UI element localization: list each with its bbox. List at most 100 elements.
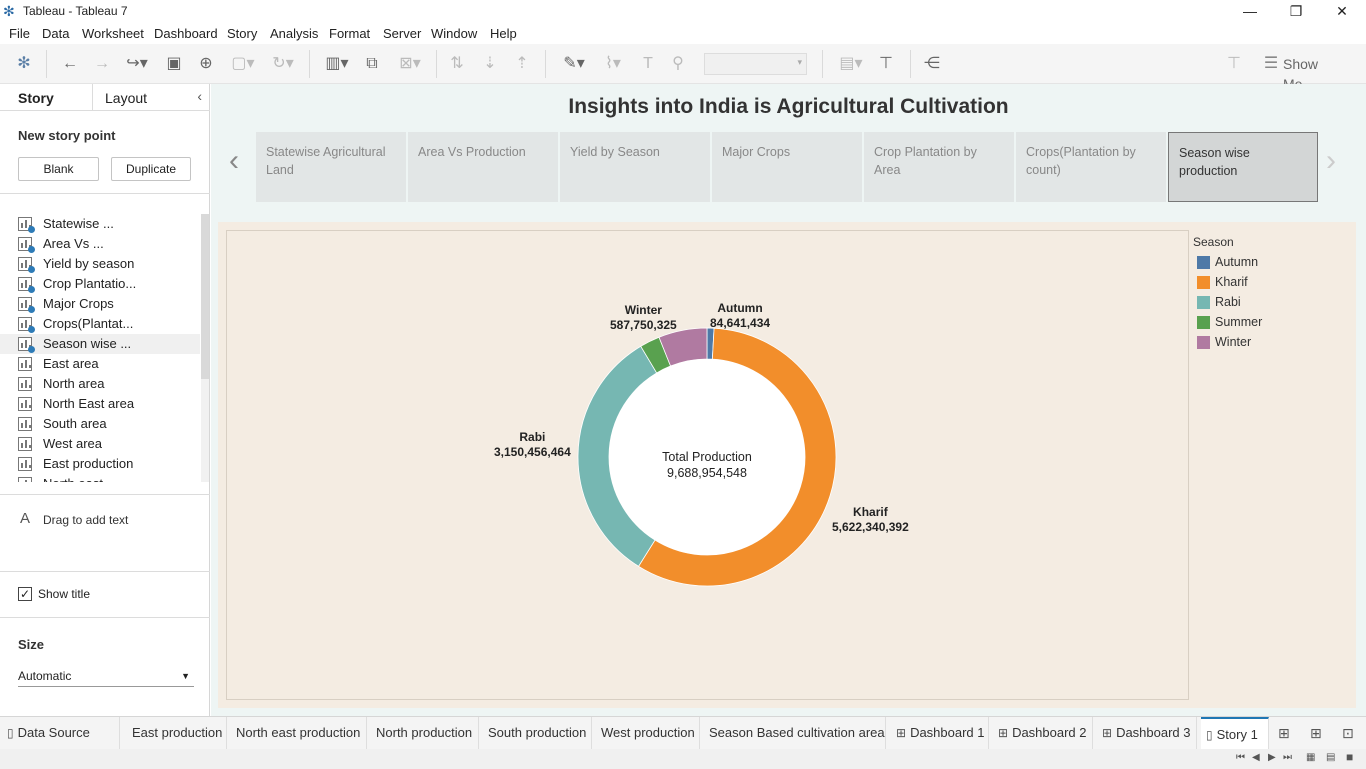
menu-data[interactable]: Data: [42, 26, 69, 41]
worksheet-icon: [18, 477, 32, 482]
minimize-icon[interactable]: —: [1227, 0, 1273, 23]
redo-icon[interactable]: →: [92, 54, 112, 74]
show-title-checkbox[interactable]: ✓: [18, 587, 32, 601]
next-sheet-icon[interactable]: ▶: [1268, 752, 1276, 763]
new-story-tab-icon[interactable]: ⊡: [1342, 725, 1354, 742]
sheet-list-item[interactable]: East production: [0, 454, 200, 474]
blank-button[interactable]: Blank: [18, 157, 99, 181]
sort-ascending-icon[interactable]: ⇣: [480, 54, 500, 74]
menu-analysis[interactable]: Analysis: [270, 26, 318, 41]
sheet-list-item[interactable]: Statewise ...: [0, 214, 200, 234]
sheet-tab[interactable]: North production: [371, 717, 479, 749]
new-dashboard-tab-icon[interactable]: ⊞: [1310, 725, 1322, 742]
fit-dropdown[interactable]: ▾: [704, 53, 807, 75]
sheet-list-item[interactable]: East area: [0, 354, 200, 374]
menu-worksheet[interactable]: Worksheet: [82, 26, 144, 41]
sheet-list-item[interactable]: Yield by season: [0, 254, 200, 274]
paste-icon[interactable]: ▢▾: [228, 54, 258, 74]
sheet-tab[interactable]: ⊞ Dashboard 2: [993, 717, 1093, 749]
story-point-6[interactable]: Crops(Plantation by count): [1016, 132, 1166, 202]
menu-story[interactable]: Story: [227, 26, 257, 41]
restore-icon[interactable]: ❐: [1273, 0, 1319, 23]
labels-icon[interactable]: T: [638, 54, 658, 74]
first-sheet-icon[interactable]: ⏮: [1236, 752, 1245, 763]
new-data-source-icon[interactable]: ⊕: [196, 54, 216, 74]
refresh-icon[interactable]: ↻▾: [266, 54, 300, 74]
list-view-icon[interactable]: ▤: [1326, 752, 1335, 763]
sheet-tab[interactable]: East production: [127, 717, 227, 749]
sheet-tab[interactable]: Season Based cultivation area: [704, 717, 886, 749]
sheet-list-item[interactable]: North East area: [0, 394, 200, 414]
clear-sheet-icon[interactable]: ⊠▾: [393, 54, 427, 74]
grid-view-icon[interactable]: ▦: [1306, 752, 1315, 763]
close-icon[interactable]: ✕: [1319, 0, 1365, 23]
donut-chart-view: Winter 587,750,325 Autumn 84,641,434 Rabi 3…: [226, 230, 1189, 700]
story-point-3[interactable]: Yield by Season: [560, 132, 710, 202]
show-title-label: Show title: [38, 587, 91, 601]
menu-help[interactable]: Help: [490, 26, 517, 41]
last-sheet-icon[interactable]: ⏭: [1283, 752, 1292, 763]
duplicate-sheet-icon[interactable]: ⧉: [362, 54, 382, 74]
sheet-tab[interactable]: South production: [483, 717, 592, 749]
size-dropdown[interactable]: Automatic ▼: [18, 667, 194, 687]
in-use-check-icon: [28, 326, 35, 333]
tab-story[interactable]: Story: [18, 90, 54, 106]
size-heading: Size: [18, 637, 45, 652]
story-point-2[interactable]: Area Vs Production: [408, 132, 558, 202]
pin-icon[interactable]: ⚲: [668, 54, 688, 74]
previous-sheet-icon[interactable]: ◀: [1252, 752, 1260, 763]
show-me-button[interactable]: Show Me: [1283, 54, 1341, 92]
story-point-1[interactable]: Statewise Agricultural Land: [256, 132, 406, 202]
duplicate-button[interactable]: Duplicate: [111, 157, 191, 181]
sheet-tab-label: Dashboard 2: [1012, 725, 1087, 740]
sheet-tab[interactable]: ⊞ Dashboard 3: [1097, 717, 1197, 749]
sheet-list-item[interactable]: Season wise ...: [0, 334, 200, 354]
sheet-list-item[interactable]: North area: [0, 374, 200, 394]
sheet-list-item[interactable]: Crop Plantatio...: [0, 274, 200, 294]
sheet-list-item[interactable]: North east ...: [0, 474, 200, 482]
story-point-7[interactable]: Season wise production: [1168, 132, 1318, 202]
highlight-icon[interactable]: ✎▾: [558, 54, 590, 74]
sheet-tab[interactable]: ▯ Story 1: [1201, 717, 1269, 749]
drag-to-add-text[interactable]: Drag to add text: [43, 513, 128, 527]
sheet-list-item[interactable]: Major Crops: [0, 294, 200, 314]
previous-story-point-icon[interactable]: ‹: [229, 146, 239, 176]
undo-icon[interactable]: ←: [60, 54, 80, 74]
sheet-list-label: South area: [43, 416, 107, 431]
menu-file[interactable]: File: [9, 26, 30, 41]
menu-server[interactable]: Server: [383, 26, 421, 41]
presentation-mode-icon[interactable]: ⊤: [876, 54, 896, 74]
label-kharif: Kharif 5,622,340,392: [832, 505, 909, 534]
show-cards-icon[interactable]: ▤▾: [834, 54, 868, 74]
sheet-list-item[interactable]: Crops(Plantat...: [0, 314, 200, 334]
new-worksheet-tab-icon[interactable]: ⊞: [1278, 725, 1290, 742]
sheet-tab[interactable]: ⊞ Dashboard 1: [891, 717, 989, 749]
tab-view-icon[interactable]: ■: [1346, 750, 1353, 764]
sheet-list-scroll-thumb[interactable]: [201, 214, 209, 379]
sheet-tab[interactable]: West production: [596, 717, 700, 749]
group-icon[interactable]: ⌇▾: [596, 54, 630, 74]
story-point-4[interactable]: Major Crops: [712, 132, 862, 202]
menu-window[interactable]: Window: [431, 26, 477, 41]
show-me-icon[interactable]: ☰: [1261, 54, 1281, 74]
sheet-list-item[interactable]: West area: [0, 434, 200, 454]
sheet-tab[interactable]: ▯ Data Source: [2, 717, 120, 749]
tableau-home-icon[interactable]: ✻: [14, 54, 34, 74]
legend-swatch: [1197, 336, 1210, 349]
new-worksheet-icon[interactable]: ▥▾: [320, 54, 354, 74]
sheet-tab[interactable]: North east production: [231, 717, 367, 749]
sheet-list-item[interactable]: Area Vs ...: [0, 234, 200, 254]
next-story-point-icon[interactable]: ›: [1326, 146, 1336, 176]
swap-icon[interactable]: ⇅: [447, 54, 467, 74]
sort-descending-icon[interactable]: ⇡: [512, 54, 532, 74]
menu-format[interactable]: Format: [329, 26, 370, 41]
sheet-list-item[interactable]: South area: [0, 414, 200, 434]
tab-layout[interactable]: Layout: [105, 90, 147, 106]
collapse-panel-icon[interactable]: ‹: [197, 88, 202, 104]
format-painter-icon[interactable]: ⊤: [1224, 54, 1244, 74]
save-icon[interactable]: ▣: [164, 54, 184, 74]
share-icon[interactable]: ⋲: [922, 54, 942, 74]
replay-icon[interactable]: ↪▾: [122, 54, 152, 74]
menu-dashboard[interactable]: Dashboard: [154, 26, 218, 41]
story-point-5[interactable]: Crop Plantation by Area: [864, 132, 1014, 202]
